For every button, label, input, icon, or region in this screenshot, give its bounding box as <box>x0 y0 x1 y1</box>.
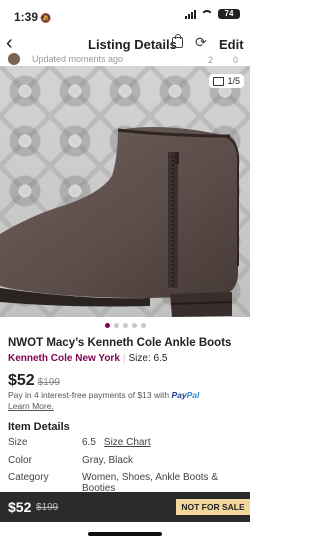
carousel-dot[interactable] <box>140 323 146 328</box>
listing-photo[interactable]: 1/5 <box>0 66 250 317</box>
item-details-header: Item Details <box>8 421 70 433</box>
paypal-logo: PayPal <box>172 390 200 400</box>
installment-copy: Pay in 4 interest-free payments of $13 w… <box>8 390 170 400</box>
learn-more-link[interactable]: Learn More. <box>8 401 54 411</box>
home-indicator[interactable] <box>88 532 162 536</box>
avatar[interactable] <box>8 53 20 65</box>
status-time: 1:39 🔕 <box>14 10 52 24</box>
carousel-dots <box>0 323 250 328</box>
bottom-bar: $52 $199 NOT FOR SALE <box>0 492 250 522</box>
photo-counter-text: 1/5 <box>227 76 240 86</box>
page-title: Listing Details <box>88 37 177 52</box>
comment-count: 0 <box>233 55 239 65</box>
not-for-sale-badge: NOT FOR SALE <box>176 499 250 515</box>
home-area <box>0 522 250 541</box>
brand-row: Kenneth Cole New York | Size: 6.5 <box>8 353 167 364</box>
status-bar: 1:39 🔕 74 <box>0 0 250 30</box>
detail-label: Size <box>8 437 28 448</box>
wifi-icon <box>201 10 213 19</box>
detail-value[interactable]: Women, Shoes, Ankle Boots & Booties <box>82 472 242 494</box>
carousel-dot[interactable] <box>131 323 137 328</box>
share-icon[interactable]: ⟳ <box>195 34 207 51</box>
original-price: $199 <box>37 377 60 388</box>
battery-icon: 74 <box>218 9 240 19</box>
carousel-dot[interactable] <box>122 323 128 328</box>
brand-link[interactable]: Kenneth Cole New York <box>8 353 120 364</box>
back-chevron-icon[interactable]: ‹ <box>6 33 13 53</box>
boot-illustration <box>0 127 240 317</box>
size-value: 6.5 <box>82 437 96 448</box>
carousel-dot[interactable] <box>113 323 119 328</box>
detail-label: Color <box>8 455 32 466</box>
price: $52 <box>8 372 35 389</box>
updated-text: Updated moments ago <box>32 54 124 64</box>
like-count: 2 <box>208 55 214 65</box>
detail-value: Gray, Black <box>82 455 133 466</box>
paypal-pal: Pal <box>186 390 200 400</box>
size-text: Size: 6.5 <box>128 353 168 364</box>
detail-label: Category <box>8 472 49 483</box>
price-row: $52 $199 <box>8 372 60 390</box>
seller-row: Updated moments ago 2 0 <box>0 52 250 66</box>
size-chart-link[interactable]: Size Chart <box>104 437 151 448</box>
signal-icon <box>185 9 196 19</box>
divider: | <box>122 353 126 364</box>
shopping-bag-icon[interactable] <box>172 34 183 48</box>
photo-counter: 1/5 <box>209 74 244 88</box>
image-stack-icon <box>213 76 225 86</box>
carousel-dot[interactable] <box>104 323 110 328</box>
mute-icon: 🔕 <box>40 13 52 23</box>
edit-button[interactable]: Edit <box>219 37 244 52</box>
paypal-pay: Pay <box>171 390 187 400</box>
bottom-original-price: $199 <box>36 502 59 513</box>
detail-value: 6.5 Size Chart <box>82 437 242 448</box>
installment-text: Pay in 4 interest-free payments of $13 w… <box>8 390 243 412</box>
listing-title: NWOT Macy’s Kenneth Cole Ankle Boots <box>8 337 232 349</box>
bottom-price: $52 <box>8 499 32 515</box>
